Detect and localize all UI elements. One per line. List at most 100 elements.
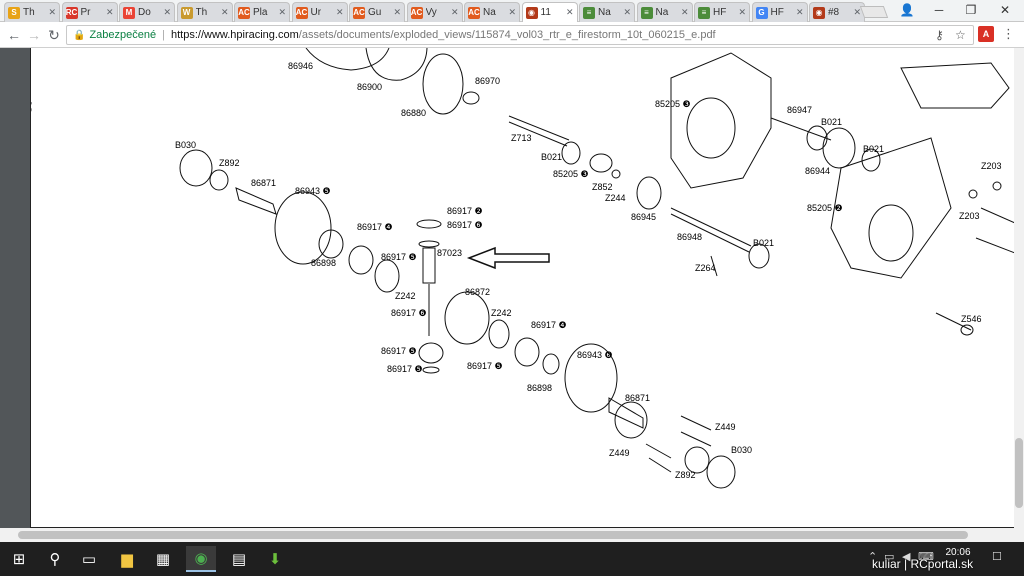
lock-icon: 🔒	[73, 29, 86, 41]
address-bar[interactable]: 🔒 Zabezpečené | https://www.hpiracing.co…	[66, 25, 974, 45]
horizontal-scroll-thumb[interactable]	[18, 531, 968, 539]
file-explorer-icon[interactable]: ▆	[112, 546, 142, 572]
tab-favicon-icon: G	[755, 6, 768, 19]
tab-title: HF	[713, 7, 727, 18]
torrent-icon[interactable]: ⬇	[260, 546, 290, 572]
tab-title: Ur	[310, 7, 322, 18]
housing-85205-lower	[830, 137, 952, 279]
bearing-b030	[179, 149, 213, 187]
profile-icon[interactable]: 👤	[896, 0, 918, 20]
spur-gear-fragment	[305, 48, 390, 71]
part-label: 86900	[357, 82, 383, 92]
tab-close-icon[interactable]: ✕	[566, 7, 574, 18]
part-label: Z264	[695, 263, 716, 273]
tab-close-icon[interactable]: ✕	[393, 7, 401, 18]
tab-title: Na	[483, 7, 496, 18]
chrome-icon[interactable]: ◉	[186, 546, 216, 572]
part-label: 85205 ❸	[655, 99, 691, 109]
part-label: Z242	[491, 308, 512, 318]
tab-close-icon[interactable]: ✕	[508, 7, 516, 18]
part-label: 86944	[805, 166, 831, 176]
bearing-b021-2	[806, 125, 828, 151]
close-window-button[interactable]: ✕	[990, 0, 1020, 20]
tab-3[interactable]: W Th ✕	[176, 2, 233, 22]
part-label: Z203	[959, 211, 980, 221]
tab-close-icon[interactable]: ✕	[163, 7, 171, 18]
part-label: 86970	[475, 76, 501, 86]
shaft-86948	[670, 207, 752, 253]
bushing	[462, 91, 480, 105]
tab-title: #8	[828, 7, 840, 18]
tab-2[interactable]: M Do ✕	[119, 2, 175, 22]
minimize-button[interactable]: ─	[924, 0, 954, 20]
tab-close-icon[interactable]: ✕	[451, 7, 459, 18]
tab-12[interactable]: ≡ HF ✕	[694, 2, 750, 22]
tab-title: Do	[138, 7, 151, 18]
horizontal-scrollbar[interactable]	[0, 528, 1014, 542]
pdf-viewport: 42 86946 86900 86880 86970 Z713 B021 852…	[0, 48, 1024, 542]
arrow-right-icon: →	[27, 27, 41, 43]
tab-close-icon[interactable]: ✕	[681, 7, 689, 18]
screws-z449	[645, 415, 712, 473]
tab-favicon-icon: S	[8, 6, 20, 19]
tab-13[interactable]: G HF ✕	[751, 2, 808, 22]
tab-14[interactable]: ◉ #8 ✕	[809, 2, 865, 22]
part-label: 87023	[437, 248, 463, 258]
outdrive-86871	[235, 187, 277, 215]
calculator-icon[interactable]: ▤	[224, 546, 254, 572]
back-button[interactable]: ←	[4, 26, 24, 44]
part-label: B021	[753, 238, 775, 248]
tab-title: Vy	[425, 7, 437, 18]
maximize-button[interactable]: ❐	[956, 0, 986, 20]
notifications-icon[interactable]: ☐	[992, 550, 1002, 563]
task-view-icon[interactable]: ▭	[74, 546, 104, 572]
part-label: Z852	[592, 182, 613, 192]
reload-button[interactable]: ↻	[44, 26, 64, 44]
bevel-gear	[374, 259, 400, 293]
exploded-view-diagram	[179, 48, 1014, 489]
part-label: Z244	[605, 193, 626, 203]
tab-9[interactable]: ◉ 11 ✕	[521, 2, 578, 22]
tab-5[interactable]: AC Ur ✕	[291, 2, 348, 22]
tab-4[interactable]: AC Pla ✕	[234, 2, 290, 22]
tab-close-icon[interactable]: ✕	[336, 7, 344, 18]
tab-close-icon[interactable]: ✕	[278, 7, 286, 18]
tab-close-icon[interactable]: ✕	[221, 7, 229, 18]
key-icon[interactable]: ⚷	[935, 28, 944, 42]
forward-button[interactable]: →	[24, 26, 44, 44]
part-label: B030	[175, 140, 197, 150]
washer-top	[416, 219, 442, 229]
windows-start-icon[interactable]: ⊞	[4, 546, 34, 572]
part-label: 86917 ❺	[381, 346, 417, 356]
vertical-scrollbar[interactable]	[1014, 48, 1024, 542]
store-icon[interactable]: ▦	[148, 546, 178, 572]
arrow-left-icon: ←	[7, 27, 21, 43]
tab-8[interactable]: AC Na ✕	[464, 2, 520, 22]
tab-11[interactable]: ≡ Na ✕	[636, 2, 693, 22]
tab-6[interactable]: AC Gu ✕	[349, 2, 405, 22]
tab-close-icon[interactable]: ✕	[623, 7, 631, 18]
search-icon[interactable]: ⚲	[40, 546, 70, 572]
part-label: 86946	[288, 61, 314, 71]
tab-strip: S Th ✕ RC Pr ✕ M Do ✕ W Th ✕ AC Pla ✕ AC Ur ✕ AC Gu ✕ AC Vy ✕ AC…	[0, 0, 1024, 22]
part-label: 86917 ❺	[387, 364, 423, 374]
vertical-scroll-thumb[interactable]	[1015, 438, 1023, 508]
pdf-extension-icon[interactable]: A	[978, 26, 994, 42]
pdf-page: 42 86946 86900 86880 86970 Z713 B021 852…	[30, 48, 1014, 528]
tab-0[interactable]: S Th ✕	[4, 2, 60, 22]
tab-title: HF	[770, 7, 784, 18]
star-icon[interactable]: ☆	[955, 28, 966, 42]
tab-7[interactable]: AC Vy ✕	[406, 2, 463, 22]
tab-close-icon[interactable]: ✕	[106, 7, 114, 18]
reload-icon: ↻	[48, 26, 60, 43]
url-path: /assets/documents/exploded_views/115874_…	[298, 29, 716, 41]
tab-close-icon[interactable]: ✕	[796, 7, 804, 18]
new-tab-button[interactable]	[859, 6, 889, 18]
tab-favicon-icon: AC	[295, 6, 308, 19]
menu-dots-icon[interactable]: ⋮	[1002, 26, 1015, 42]
top-right-part	[900, 62, 1010, 109]
tab-close-icon[interactable]: ✕	[48, 7, 56, 18]
tab-10[interactable]: ≡ Na ✕	[579, 2, 635, 22]
tab-close-icon[interactable]: ✕	[738, 7, 746, 18]
tab-1[interactable]: RC Pr ✕	[61, 2, 118, 22]
